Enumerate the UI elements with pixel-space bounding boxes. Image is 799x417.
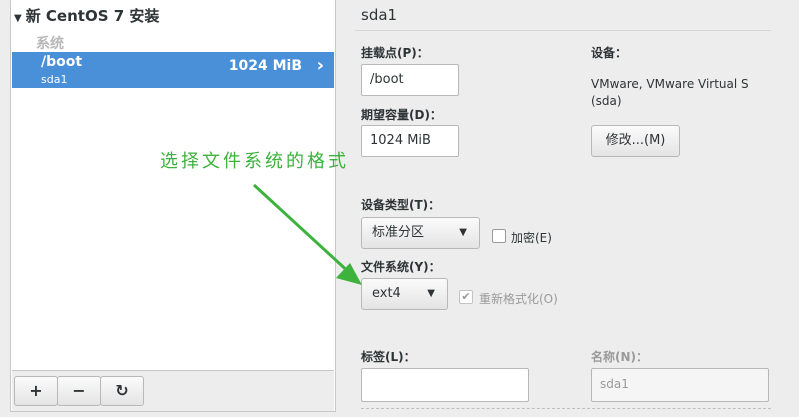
partition-size: 1024 MiB (228, 58, 302, 74)
filesystem-label: 文件系统(Y)： (361, 260, 441, 274)
capacity-input[interactable]: 1024 MiB (361, 125, 459, 157)
refresh-button[interactable]: ↻ (100, 376, 144, 406)
partition-detail-title: sda1 (361, 6, 398, 24)
remove-partition-button[interactable]: − (57, 376, 101, 406)
tag-label: 标签(L)： (361, 350, 416, 364)
dropdown-arrow-icon: ▼ (427, 288, 435, 299)
dropdown-arrow-icon: ▼ (459, 227, 467, 238)
add-partition-button[interactable]: + (14, 376, 58, 406)
name-input[interactable]: sda1 (591, 368, 769, 402)
chevron-right-icon: › (316, 55, 324, 76)
filesystem-select[interactable]: ext4 ▼ (361, 278, 448, 310)
partition-mount-name: /boot (41, 54, 83, 70)
reformat-label: 重新格式化(O) (479, 292, 558, 306)
name-label: 名称(N)： (591, 350, 649, 364)
partition-row-boot[interactable]: /boot sda1 1024 MiB › (12, 52, 334, 88)
expand-triangle-icon[interactable]: ▼ (14, 13, 22, 24)
mount-point-input[interactable]: /boot (361, 64, 459, 96)
annotation-text: 选择文件系统的格式 (160, 151, 349, 172)
encrypt-checkbox[interactable] (492, 229, 506, 243)
device-info: VMware, VMware Virtual S (sda) (591, 76, 776, 110)
tree-header[interactable]: ▼ 新 CentOS 7 安装 (14, 5, 159, 26)
device-model: VMware, VMware Virtual S (591, 77, 749, 91)
annotation-arrow-icon (252, 183, 362, 285)
device-type-label: 设备类型(T)： (361, 198, 441, 212)
tree-header-label: 新 CentOS 7 安装 (25, 7, 160, 25)
bottom-divider (361, 408, 771, 409)
encrypt-label: 加密(E) (511, 231, 552, 245)
device-node: (sda) (591, 94, 622, 108)
reformat-checkbox[interactable]: ✔ (459, 290, 473, 304)
tag-input[interactable] (361, 368, 529, 402)
device-label: 设备： (591, 46, 628, 60)
device-type-select[interactable]: 标准分区 ▼ (361, 217, 480, 249)
modify-device-button[interactable]: 修改...(M) (591, 125, 680, 157)
device-type-value: 标准分区 (372, 225, 425, 240)
filesystem-value: ext4 (372, 286, 401, 301)
mount-point-label: 挂载点(P)： (361, 46, 429, 60)
capacity-label: 期望容量(D)： (361, 108, 442, 122)
title-divider (355, 30, 771, 31)
partition-device: sda1 (41, 73, 68, 86)
partition-toolbar: + − ↻ (12, 370, 334, 411)
system-group-label: 系统 (36, 36, 64, 52)
